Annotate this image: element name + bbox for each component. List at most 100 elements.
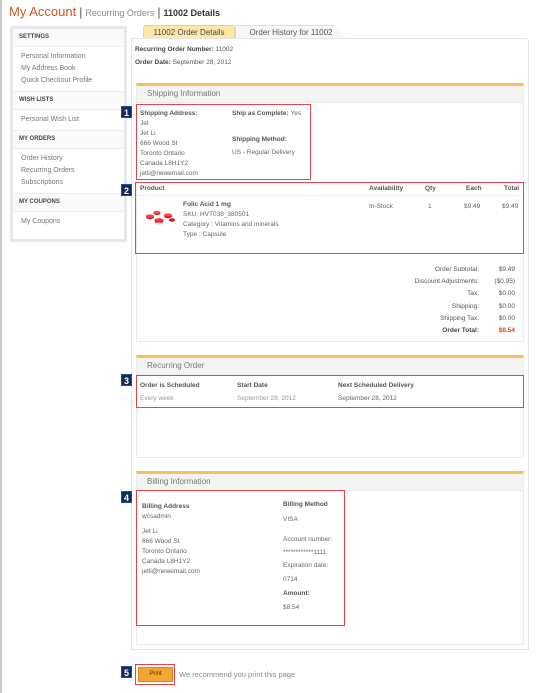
- totals-row-shipping: Shipping: $0.00: [415, 301, 515, 313]
- billing-nickname: wcsadmin: [142, 513, 171, 520]
- order-date-label: Order Date:: [135, 59, 171, 66]
- page-header: My Account | Recurring Orders | 11002 Detail…: [9, 4, 220, 19]
- account-number-value: ************1111: [283, 549, 327, 556]
- callout-badge-1: 1: [121, 106, 132, 118]
- shipping-address-line: Canada L8H1Y2: [140, 160, 189, 167]
- shipping-address-line: 666 Wood St: [140, 140, 178, 147]
- breadcrumb-separator: |: [157, 5, 161, 19]
- print-hint: We recommend you print this page: [179, 670, 296, 679]
- order-number-value: 11002: [215, 46, 234, 53]
- pill-capsules-image[interactable]: [144, 208, 176, 226]
- col-header-each: Each: [466, 185, 482, 192]
- scheduled-label: Order is Scheduled: [140, 382, 200, 389]
- sidebar-heading-wish-lists: WISH LISTS: [13, 92, 124, 110]
- billing-address-line: 666 Wood St: [142, 538, 180, 545]
- ship-as-complete: Ship as Complete: Yes: [232, 110, 301, 117]
- shipping-section-title: Shipping Information: [137, 86, 523, 103]
- expiration-date-label: Expiration date:: [283, 562, 329, 569]
- billing-address: Billing Address wcsadmin Jet Li 666 Wood…: [142, 502, 200, 577]
- totals-row-order-total: Order Total: $8.54: [415, 325, 515, 337]
- product-qty: 1: [428, 203, 432, 210]
- ship-complete-value: Yes: [290, 110, 302, 117]
- callout-badge-3: 3: [121, 374, 132, 386]
- sidebar-item-personal-wish-list[interactable]: Personal Wish List: [21, 114, 116, 126]
- sidebar-item-personal-information[interactable]: Personal Information: [21, 51, 116, 63]
- breadcrumb-current: 11002 Details: [163, 8, 221, 18]
- col-header-availability: Availability: [369, 185, 404, 192]
- billing-section-title: Billing Information: [137, 474, 523, 491]
- pill-capsules-icon: [146, 210, 175, 225]
- totals-value: $0.00: [498, 314, 515, 322]
- recurring-section-title: Recurring Order: [137, 358, 523, 375]
- product-each-price: $9.49: [464, 203, 481, 210]
- shipping-method-label: Shipping Method:: [232, 136, 287, 143]
- product-availability: In-Stock: [369, 203, 393, 210]
- order-number-label: Recurring Order Number:: [135, 46, 214, 53]
- totals-value: $0.00: [498, 290, 515, 298]
- page-title: My Account: [9, 4, 77, 19]
- sidebar-item-recurring-orders[interactable]: Recurring Orders: [21, 165, 116, 177]
- sidebar-item-address-book[interactable]: My Address Book: [21, 63, 116, 75]
- sidebar-item-subscriptions[interactable]: Subscriptions: [21, 177, 116, 189]
- callout-badge-4: 4: [121, 491, 132, 503]
- callout-badge-5: 5: [121, 666, 132, 678]
- totals-label: Order Total:: [442, 326, 479, 334]
- totals-value: $0.00: [498, 302, 515, 310]
- shipping-address: Shipping Address: Jet Jet Li 666 Wood St…: [140, 109, 198, 179]
- account-number-label: Account number:: [283, 536, 333, 543]
- order-date-value: September 28, 2012: [172, 59, 232, 66]
- totals-label: Shipping:: [451, 302, 479, 310]
- callout-box-recurring: [136, 375, 524, 408]
- tab-order-history[interactable]: Order History for 11002: [235, 25, 347, 38]
- order-totals: Order Subtotal: $9.49 Discount Adjustment…: [415, 264, 515, 337]
- shipping-address-line: Jet Li: [140, 130, 156, 137]
- billing-method: Billing Method VISA Account number: ****…: [283, 501, 332, 616]
- tab-order-details[interactable]: 11002 Order Details: [143, 25, 235, 38]
- print-button[interactable]: Print: [138, 667, 173, 682]
- totals-row-discount: Discount Adjustments: ($0.95): [415, 276, 515, 288]
- amount-label: Amount:: [283, 590, 310, 597]
- sidebar-item-my-coupons[interactable]: My Coupons: [21, 216, 116, 228]
- totals-row-shipping-tax: Shipping Tax: $0.00: [415, 313, 515, 325]
- totals-row-tax: Tax: $0.00: [415, 288, 515, 300]
- breadcrumb-separator: |: [79, 5, 83, 19]
- sidebar-heading-my-coupons: MY COUPONS: [13, 194, 124, 212]
- billing-address-line: Toronto Ontario: [142, 548, 187, 555]
- totals-row-subtotal: Order Subtotal: $9.49: [415, 264, 515, 276]
- start-date-label: Start Date: [237, 382, 268, 389]
- amount-value: $8.54: [283, 604, 300, 611]
- product-sku: SKU: HVT038_380501: [183, 211, 250, 218]
- product-details: Folic Acid 1 mg SKU: HVT038_380501 Categ…: [183, 200, 279, 240]
- totals-value: $9.49: [498, 266, 515, 273]
- next-delivery-label: Next Scheduled Delivery: [338, 382, 414, 389]
- callout-badge-2: 2: [121, 184, 132, 196]
- breadcrumb-recurring-orders[interactable]: Recurring Orders: [85, 8, 154, 18]
- billing-address-label: Billing Address: [142, 503, 190, 510]
- col-header-total: Total: [504, 185, 520, 192]
- scheduled-value: Every week: [140, 395, 174, 402]
- product-name[interactable]: Folic Acid 1 mg: [183, 200, 279, 210]
- col-header-product: Product: [140, 185, 165, 192]
- sidebar-item-order-history[interactable]: Order History: [21, 153, 116, 165]
- expiration-date-value: 0714: [283, 576, 298, 583]
- ship-complete-label: Ship as Complete:: [232, 110, 289, 117]
- product-total-price: $9.49: [502, 203, 519, 210]
- window-edge: [0, 0, 2, 693]
- shipping-address-line: Toronto Ontario: [140, 150, 185, 157]
- order-date: Order Date: September 28, 2012: [135, 59, 231, 66]
- billing-method-value: VISA: [283, 516, 298, 523]
- totals-label: Tax:: [467, 290, 479, 298]
- totals-label: Shipping Tax:: [440, 314, 479, 322]
- recurring-order-number: Recurring Order Number: 11002: [135, 46, 233, 53]
- billing-address-line: Jet Li: [142, 528, 158, 535]
- table-header-divider: [137, 195, 522, 196]
- billing-address-line: Canada L8H1Y2: [142, 558, 191, 565]
- order-total-value: $8.54: [498, 326, 515, 334]
- billing-address-email: jetli@newemail.com: [142, 568, 200, 575]
- product-category: Category : Vitamins and minerals: [183, 221, 279, 228]
- col-header-qty: Qty: [425, 185, 436, 192]
- sidebar-item-quick-checkout[interactable]: Quick Checkout Profile: [21, 75, 116, 87]
- shipping-address-line: Jet: [140, 120, 149, 127]
- shipping-address-email: jetli@newemail.com: [140, 170, 198, 177]
- totals-label: Order Subtotal:: [434, 266, 479, 273]
